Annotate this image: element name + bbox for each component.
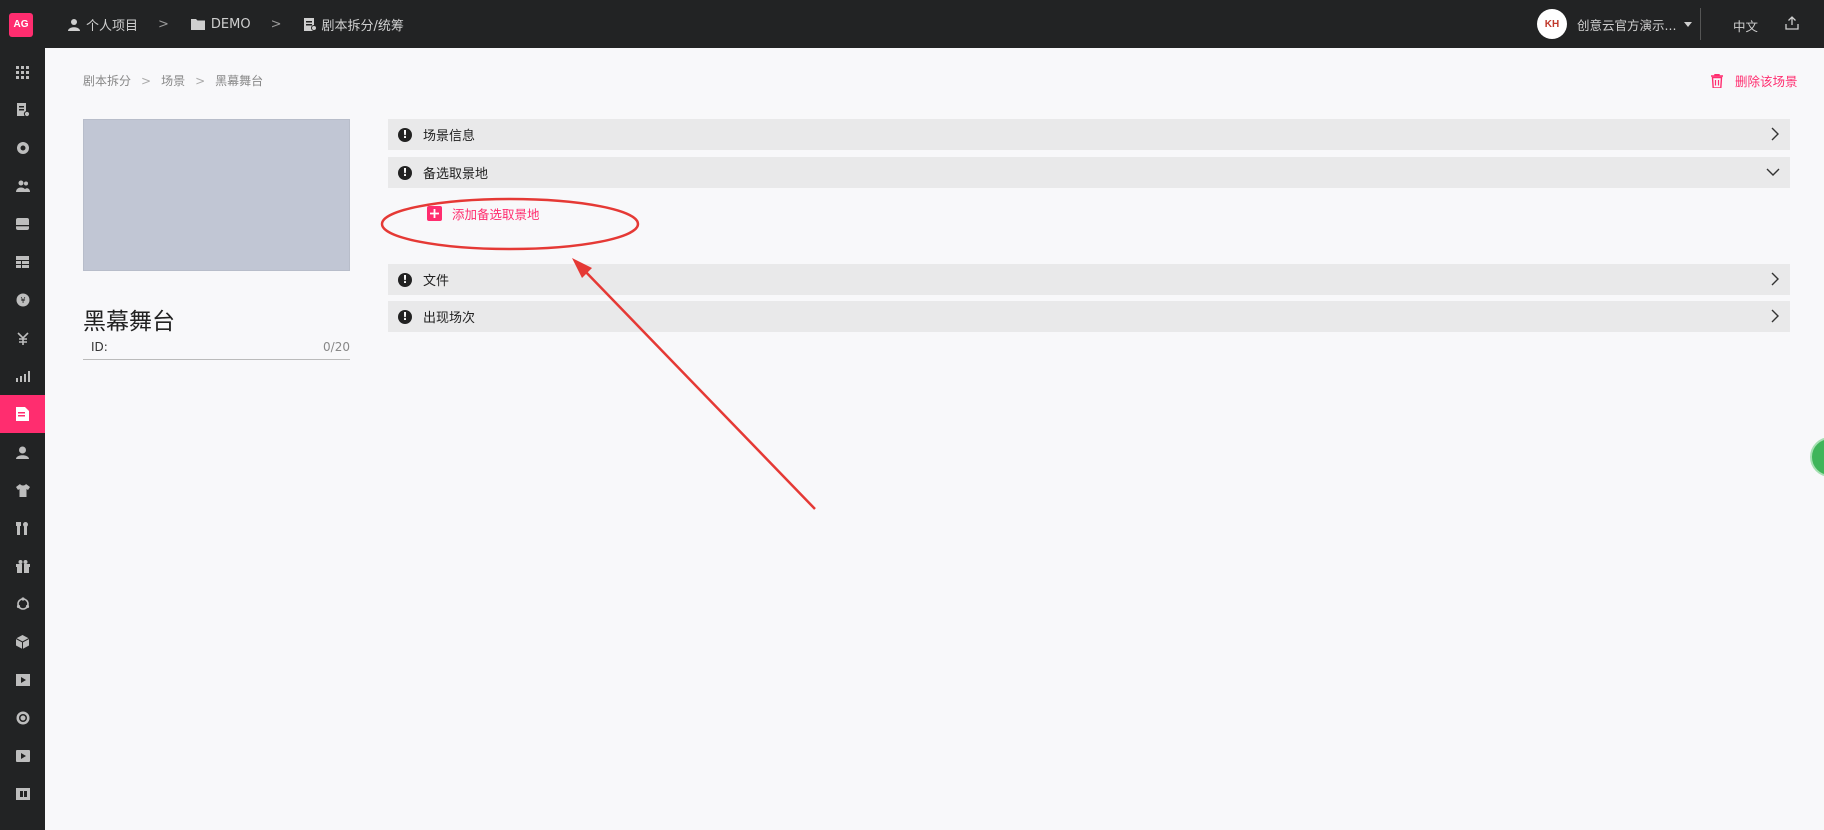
yen-icon bbox=[16, 331, 29, 345]
panel-scene-info[interactable]: ! 场景信息 bbox=[388, 119, 1790, 150]
panel-title: 备选取景地 bbox=[423, 167, 489, 182]
sidebar-item-database[interactable] bbox=[0, 205, 45, 243]
folder-icon bbox=[190, 19, 205, 30]
grid-icon bbox=[16, 65, 29, 79]
delete-scene-button[interactable]: 删除该场景 bbox=[1711, 71, 1798, 90]
breadcrumb-item[interactable]: 剧本拆分 bbox=[83, 72, 131, 89]
upload-icon[interactable] bbox=[1785, 16, 1799, 34]
chevron-right-icon bbox=[1771, 309, 1779, 323]
user-menu[interactable]: KH 创意云官方演示... bbox=[1537, 8, 1693, 40]
info-icon: ! bbox=[398, 165, 412, 180]
table-icon bbox=[16, 256, 29, 268]
main-content: 剧本拆分 > 场景 > 黑幕舞台 删除该场景 黑幕舞台 ID: 0/20 ! 场… bbox=[45, 48, 1824, 830]
chevron-right-icon: > bbox=[195, 73, 206, 88]
media-icon bbox=[15, 674, 30, 686]
coin-icon: ¥ bbox=[16, 293, 29, 307]
video-icon bbox=[15, 750, 30, 762]
info-icon: ! bbox=[398, 127, 412, 142]
chevron-down-icon bbox=[1766, 168, 1780, 176]
sidebar-item-settings[interactable] bbox=[0, 129, 45, 167]
avatar: KH bbox=[1537, 9, 1567, 39]
sidebar-item-film[interactable] bbox=[0, 775, 45, 813]
person-icon bbox=[16, 446, 29, 459]
sidebar-item-finance[interactable] bbox=[0, 319, 45, 357]
info-icon: ! bbox=[398, 272, 412, 287]
sidebar-item-target[interactable] bbox=[0, 699, 45, 737]
crumb-label: 剧本拆分/统筹 bbox=[321, 18, 404, 34]
crumb-project[interactable]: DEMO bbox=[190, 16, 251, 32]
user-name: 创意云官方演示... bbox=[1577, 17, 1677, 33]
id-field[interactable]: ID: 0/20 bbox=[83, 335, 350, 360]
id-label: ID: bbox=[91, 340, 108, 354]
add-alt-location-label: 添加备选取景地 bbox=[452, 207, 540, 222]
add-alt-location-button[interactable]: 添加备选取景地 bbox=[427, 204, 540, 223]
chevron-right-icon: > bbox=[270, 16, 282, 32]
crumb-label: 个人项目 bbox=[86, 18, 139, 34]
gift-icon bbox=[15, 559, 30, 573]
sidebar-item-props[interactable] bbox=[0, 509, 45, 547]
sidebar: ¥ bbox=[0, 48, 45, 830]
sidebar-item-budget[interactable]: ¥ bbox=[0, 281, 45, 319]
crumb-module[interactable]: 剧本拆分/统筹 bbox=[303, 15, 404, 34]
shirt-icon bbox=[15, 483, 30, 497]
info-icon: ! bbox=[398, 309, 412, 324]
scene-thumbnail[interactable] bbox=[83, 119, 350, 271]
bar-chart-icon bbox=[15, 371, 30, 382]
breadcrumb: 剧本拆分 > 场景 > 黑幕舞台 bbox=[83, 72, 263, 89]
panel-files[interactable]: ! 文件 bbox=[388, 264, 1790, 295]
top-bar: AG 个人项目 > DEMO > 剧本拆分/统筹 KH 创意云官方演示... 中… bbox=[0, 0, 1824, 48]
sidebar-item-media[interactable] bbox=[0, 661, 45, 699]
panel-title: 场景信息 bbox=[423, 129, 476, 144]
settings-icon bbox=[16, 142, 29, 154]
sidebar-item-team[interactable] bbox=[0, 167, 45, 205]
crumb-personal-project[interactable]: 个人项目 bbox=[68, 15, 138, 34]
sidebar-item-table[interactable] bbox=[0, 243, 45, 281]
breadcrumb-item-current: 黑幕舞台 bbox=[215, 74, 264, 88]
caret-down-icon bbox=[1684, 21, 1693, 27]
sidebar-item-breakdown[interactable] bbox=[0, 395, 45, 433]
cycle-icon bbox=[16, 597, 29, 610]
tools-icon bbox=[16, 521, 28, 535]
sidebar-item-workflow[interactable] bbox=[0, 585, 45, 623]
sidebar-item-video[interactable] bbox=[0, 737, 45, 775]
breadcrumb-item[interactable]: 场景 bbox=[161, 72, 185, 89]
panel-title: 文件 bbox=[423, 274, 450, 289]
panel-alt-locations[interactable]: ! 备选取景地 bbox=[388, 157, 1790, 188]
crumb-label: DEMO bbox=[210, 16, 251, 32]
sidebar-item-script[interactable] bbox=[0, 91, 45, 129]
user-icon bbox=[68, 18, 80, 31]
sidebar-item-stats[interactable] bbox=[0, 357, 45, 395]
app-logo[interactable]: AG bbox=[9, 13, 33, 37]
sidebar-item-cast[interactable] bbox=[0, 433, 45, 471]
top-breadcrumb: 个人项目 > DEMO > 剧本拆分/统筹 bbox=[68, 0, 404, 48]
trash-icon bbox=[1711, 73, 1723, 88]
scene-title: 黑幕舞台 bbox=[83, 309, 175, 335]
chevron-right-icon: > bbox=[141, 73, 152, 88]
box-icon bbox=[16, 635, 29, 649]
chevron-right-icon bbox=[1771, 272, 1779, 286]
sidebar-item-apps[interactable] bbox=[0, 53, 45, 91]
script-icon bbox=[16, 103, 30, 117]
document-icon bbox=[16, 407, 29, 421]
sidebar-item-gifts[interactable] bbox=[0, 547, 45, 585]
sidebar-item-assets[interactable] bbox=[0, 623, 45, 661]
film-strip-icon bbox=[15, 788, 30, 800]
sidebar-item-costume[interactable] bbox=[0, 471, 45, 509]
script-icon bbox=[303, 17, 316, 31]
language-switch[interactable]: 中文 bbox=[1733, 16, 1758, 35]
svg-text:¥: ¥ bbox=[20, 296, 25, 305]
panel-title: 出现场次 bbox=[423, 311, 476, 326]
chevron-right-icon: > bbox=[158, 16, 169, 32]
divider bbox=[1700, 8, 1701, 40]
plus-icon bbox=[427, 206, 442, 221]
target-icon bbox=[16, 711, 29, 725]
database-icon bbox=[16, 218, 29, 230]
panel-appearances[interactable]: ! 出现场次 bbox=[388, 301, 1790, 332]
id-char-count: 0/20 bbox=[323, 340, 350, 354]
chevron-right-icon bbox=[1771, 127, 1779, 141]
delete-scene-label: 删除该场景 bbox=[1735, 74, 1798, 89]
team-icon bbox=[15, 180, 30, 192]
